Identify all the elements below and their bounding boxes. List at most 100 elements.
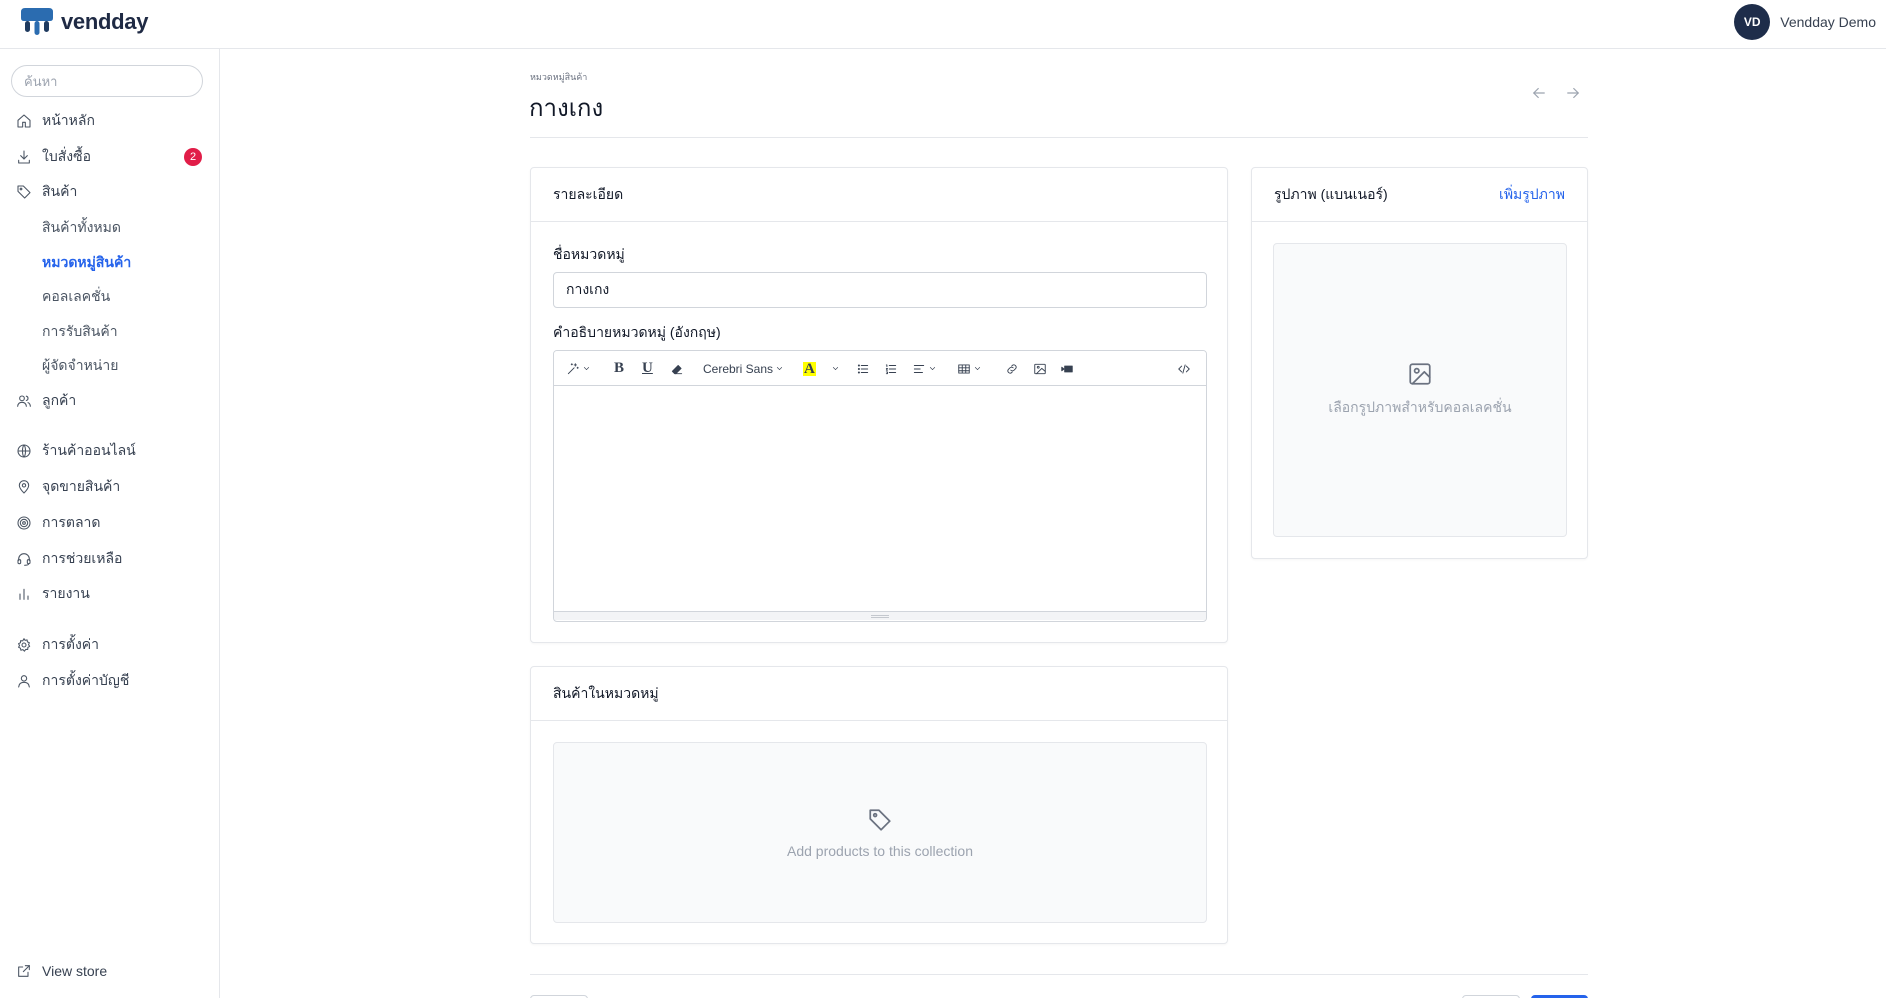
align-left-icon [913, 364, 925, 373]
sidebar-item-label: ร้านค้าออนไลน์ [42, 442, 136, 458]
footer-divider [530, 974, 1588, 975]
category-name-input[interactable] [553, 272, 1207, 308]
vendday-logo-icon [21, 8, 53, 35]
orders-count-badge: 2 [184, 148, 202, 166]
category-products-card: สินค้าในหมวดหมู่ Add products to this co… [530, 666, 1228, 944]
underline-icon: U [642, 360, 653, 376]
resize-grip-icon[interactable] [871, 615, 889, 618]
banner-image-card: รูปภาพ (แบนเนอร์) เพิ่มรูปภาพ เลือกรูปภา… [1251, 167, 1588, 559]
banner-image-card-title: รูปภาพ (แบนเนอร์) [1274, 185, 1388, 202]
breadcrumb[interactable]: หมวดหมู่สินค้า [530, 70, 587, 84]
rich-text-editor: B U Cerebri Sans A [553, 350, 1207, 622]
top-bar: vendday VD Vendday Demo [0, 0, 1886, 49]
next-button[interactable] [1564, 84, 1584, 104]
gear-icon [17, 638, 31, 652]
brand-name: vendday [61, 9, 149, 34]
table-icon [958, 363, 970, 374]
insert-image-button[interactable] [1033, 351, 1047, 386]
chevron-down-icon [974, 367, 981, 370]
unordered-list-button[interactable] [856, 351, 870, 386]
avatar[interactable]: VD [1734, 4, 1771, 40]
insert-link-button[interactable] [1005, 351, 1019, 386]
sidebar-item-settings[interactable]: การตั้งค่า [16, 631, 202, 659]
font-family-value: Cerebri Sans [703, 361, 774, 376]
sidebar-item-help[interactable]: การช่วยเหลือ [16, 545, 202, 573]
add-image-link[interactable]: เพิ่มรูปภาพ [1499, 184, 1565, 206]
sidebar-item-reports[interactable]: รายงาน [16, 580, 202, 608]
link-icon [1007, 363, 1017, 374]
map-pin-icon [18, 480, 30, 494]
sidebar-item-home[interactable]: หน้าหลัก [16, 107, 202, 135]
style-dropdown-button[interactable] [566, 351, 591, 386]
clear-format-button[interactable] [670, 351, 684, 386]
table-dropdown[interactable] [957, 351, 982, 386]
sidebar-subitem-categories[interactable]: หมวดหมู่สินค้า [42, 250, 131, 276]
header-divider [530, 137, 1588, 138]
chevron-down-icon [583, 367, 590, 370]
category-description-label: คำอธิบายหมวดหมู่ (อังกฤษ) [553, 324, 721, 340]
font-color-button[interactable]: A [803, 351, 816, 386]
chevron-down-icon [776, 367, 783, 370]
details-card-title: รายละเอียด [553, 185, 624, 202]
code-view-button[interactable] [1177, 351, 1191, 386]
sidebar-item-label: รายงาน [42, 585, 90, 601]
sidebar-item-marketing[interactable]: การตลาด [16, 509, 202, 537]
paragraph-align-dropdown[interactable] [912, 351, 937, 386]
editor-toolbar: B U Cerebri Sans A [554, 351, 1206, 386]
sidebar-item-products[interactable]: สินค้า [16, 178, 202, 206]
tag-icon [869, 808, 891, 831]
sidebar-item-point-of-sale[interactable]: จุดขายสินค้า [16, 473, 202, 501]
sidebar-item-label: การตั้งค่า [42, 636, 100, 652]
page-title: กางเกง [529, 95, 604, 122]
sidebar-subitem-collections[interactable]: คอลเลคชั่น [42, 284, 110, 310]
sidebar-subitem-all-products[interactable]: สินค้าทั้งหมด [42, 215, 121, 241]
font-family-dropdown[interactable]: Cerebri Sans [703, 351, 784, 386]
tag-icon [17, 185, 31, 199]
sidebar-subitem-suppliers[interactable]: ผู้จัดจำหน่าย [42, 353, 118, 379]
bullet-list-icon [857, 363, 869, 374]
bold-icon: B [614, 360, 625, 376]
chevron-down-icon [929, 367, 936, 370]
bold-button[interactable]: B [614, 351, 624, 386]
numbered-list-icon [885, 363, 897, 374]
font-color-icon: A [803, 360, 816, 377]
category-products-card-header: สินค้าในหมวดหมู่ [531, 667, 1227, 721]
sidebar-item-label: หน้าหลัก [42, 112, 95, 128]
sidebar-item-label: ใบสั่งซื้อ [42, 148, 92, 164]
sidebar-item-label: การตลาด [42, 514, 101, 530]
sidebar-subitem-receiving[interactable]: การรับสินค้า [42, 319, 118, 345]
sidebar-item-account-settings[interactable]: การตั้งค่าบัญชี [16, 667, 202, 695]
ordered-list-button[interactable] [884, 351, 898, 386]
download-icon [18, 150, 30, 164]
view-store-label: View store [42, 963, 108, 979]
previous-button[interactable] [1530, 84, 1550, 104]
image-icon [1034, 363, 1046, 374]
arrow-left-icon [1533, 87, 1545, 99]
user-name[interactable]: Vendday Demo [1780, 14, 1876, 30]
brand-logo[interactable]: vendday [19, 8, 148, 36]
sidebar-item-online-store[interactable]: ร้านค้าออนไลน์ [16, 437, 202, 465]
sidebar-item-orders[interactable]: ใบสั่งซื้อ 2 [16, 143, 202, 171]
code-icon [1178, 363, 1190, 374]
underline-button[interactable]: U [642, 351, 653, 386]
arrow-right-icon [1567, 87, 1579, 99]
chevron-down-icon [832, 367, 839, 370]
sidebar-item-customers[interactable]: ลูกค้า [16, 387, 202, 415]
user-menu[interactable]: VD Vendday Demo [1734, 4, 1876, 40]
editor-resize-bar[interactable] [554, 611, 1206, 620]
sidebar-item-label: การตั้งค่าบัญชี [42, 672, 130, 688]
bar-chart-icon [19, 588, 29, 600]
add-products-dropzone[interactable]: Add products to this collection [553, 742, 1207, 923]
insert-video-button[interactable] [1060, 351, 1074, 386]
image-dropzone[interactable]: เลือกรูปภาพสำหรับคอลเลคชั่น [1273, 243, 1567, 537]
add-products-text: Add products to this collection [787, 842, 973, 859]
sidebar-item-label: สินค้า [42, 183, 78, 199]
home-icon [17, 114, 31, 128]
editor-content-area[interactable] [554, 386, 1206, 611]
sidebar-item-label: จุดขายสินค้า [42, 478, 121, 494]
font-color-dropdown[interactable] [831, 351, 840, 386]
view-store-link[interactable]: View store [16, 963, 107, 979]
headset-icon [17, 553, 31, 566]
magic-wand-icon [567, 362, 579, 374]
search-input[interactable] [11, 65, 203, 97]
